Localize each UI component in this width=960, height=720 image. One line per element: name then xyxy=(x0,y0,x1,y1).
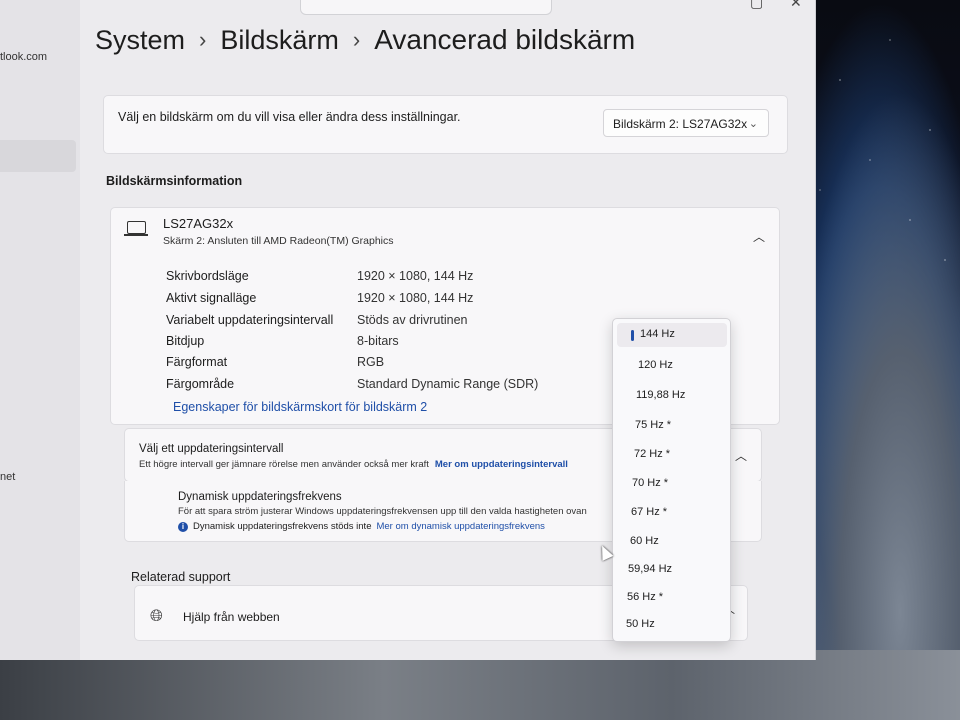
help-from-web-label: Hjälp från webben xyxy=(183,610,280,624)
detail-value: RGB xyxy=(357,355,385,369)
detail-label: Bitdjup xyxy=(166,334,205,348)
refresh-option-label: 75 Hz * xyxy=(635,419,672,431)
desk-surface xyxy=(0,650,960,720)
refresh-option-label: 119,88 Hz xyxy=(636,389,686,401)
account-email: tlook.com xyxy=(0,51,48,63)
refresh-option[interactable]: 119,88 Hz xyxy=(613,384,730,408)
page-title: Avancerad bildskärm xyxy=(374,24,636,55)
chevron-up-icon[interactable]: ︿ xyxy=(735,447,747,464)
breadcrumb-separator: › xyxy=(352,27,361,52)
detail-value: Standard Dynamic Range (SDR) xyxy=(357,377,539,391)
breadcrumb-system[interactable]: System xyxy=(95,25,185,56)
refresh-option-label: 144 Hz xyxy=(640,328,675,340)
nav-item-network[interactable]: net xyxy=(0,471,15,483)
mouse-cursor xyxy=(596,543,614,561)
refresh-option-label: 60 Hz xyxy=(630,535,659,547)
related-support-heading: Relaterad support xyxy=(131,570,231,584)
refresh-option[interactable]: 70 Hz * xyxy=(613,472,730,496)
info-icon: i xyxy=(178,522,188,532)
display-select-prompt: Välj en bildskärm om du vill visa eller … xyxy=(118,110,461,124)
refresh-option-label: 72 Hz * xyxy=(634,448,671,460)
refresh-option[interactable]: 60 Hz xyxy=(613,530,730,554)
detail-label: Aktivt signalläge xyxy=(166,291,257,305)
refresh-option[interactable]: 56 Hz * xyxy=(613,586,730,610)
display-dropdown[interactable]: Bildskärm 2: LS27AG32x ⌄ xyxy=(603,109,769,137)
selection-indicator xyxy=(631,330,634,341)
display-info-heading: Bildskärmsinformation xyxy=(106,174,243,188)
search-box[interactable] xyxy=(300,0,552,15)
dynamic-refresh-learn-more-link[interactable]: Mer om dynamisk uppdateringsfrekvens xyxy=(376,521,544,532)
globe-icon: 🌐︎ xyxy=(150,608,163,625)
left-navigation: tlook.com net xyxy=(0,0,80,660)
refresh-option[interactable]: 67 Hz * xyxy=(613,501,730,525)
refresh-option[interactable]: 59,94 Hz xyxy=(613,558,730,582)
refresh-option-label: 70 Hz * xyxy=(632,477,669,489)
detail-row: Bitdjup 8-bitars xyxy=(166,334,399,348)
display-select-card: Välj en bildskärm om du vill visa eller … xyxy=(103,95,788,154)
refresh-rate-subtitle: Ett högre intervall ger jämnare rörelse … xyxy=(139,459,568,470)
refresh-option[interactable]: 120 Hz xyxy=(613,354,730,378)
close-icon[interactable]: ✕ xyxy=(790,0,802,11)
detail-row: Färgformat RGB xyxy=(166,355,384,369)
refresh-option[interactable]: 50 Hz xyxy=(613,613,730,637)
refresh-rate-title: Välj ett uppdateringsintervall xyxy=(139,443,284,455)
detail-value: 8-bitars xyxy=(357,334,399,348)
chevron-down-icon: ⌄ xyxy=(748,118,758,130)
detail-label: Färgformat xyxy=(166,355,228,369)
refresh-rate-list: 144 Hz 120 Hz 119,88 Hz 75 Hz * 72 Hz * … xyxy=(612,318,731,642)
display-connection: Skärm 2: Ansluten till AMD Radeon(TM) Gr… xyxy=(163,235,394,247)
breadcrumb: System › Bildskärm › Avancerad bildskärm xyxy=(95,24,635,56)
breadcrumb-separator: › xyxy=(199,27,207,52)
refresh-option[interactable]: 144 Hz xyxy=(617,323,727,347)
refresh-option-label: 120 Hz xyxy=(638,359,673,371)
detail-row: Aktivt signalläge 1920 × 1080, 144 Hz xyxy=(166,291,473,305)
refresh-option[interactable]: 72 Hz * xyxy=(613,443,730,467)
nav-selected-item[interactable] xyxy=(0,140,76,172)
detail-row: Färgområde Standard Dynamic Range (SDR) xyxy=(166,377,538,391)
detail-label: Variabelt uppdateringsintervall xyxy=(166,313,334,327)
adapter-properties-link[interactable]: Egenskaper för bildskärmskort för bildsk… xyxy=(173,400,427,414)
detail-value: 1920 × 1080, 144 Hz xyxy=(357,291,474,305)
detail-label: Skrivbordsläge xyxy=(166,269,249,283)
breadcrumb-display[interactable]: Bildskärm xyxy=(220,25,339,56)
dynamic-refresh-info: i Dynamisk uppdateringsfrekvens stöds int… xyxy=(178,521,545,532)
detail-row: Variabelt uppdateringsintervall Stöds av… xyxy=(166,313,467,327)
display-name: LS27AG32x xyxy=(163,216,234,231)
maximize-icon[interactable]: ▢ xyxy=(750,0,763,11)
detail-row: Skrivbordsläge 1920 × 1080, 144 Hz xyxy=(166,269,473,283)
refresh-rate-description: Ett högre intervall ger jämnare rörelse … xyxy=(139,459,429,470)
settings-window: tlook.com net ▢ ✕ System › Bildskärm › A… xyxy=(0,0,816,660)
chevron-up-icon[interactable]: ︿ xyxy=(753,228,765,245)
refresh-option[interactable]: 75 Hz * xyxy=(613,414,730,438)
dynamic-refresh-unsupported: Dynamisk uppdateringsfrekvens stöds inte xyxy=(193,521,372,532)
refresh-option-label: 56 Hz * xyxy=(627,591,664,603)
detail-label: Färgområde xyxy=(166,377,235,391)
refresh-option-label: 50 Hz xyxy=(626,618,655,630)
refresh-option-label: 67 Hz * xyxy=(631,506,668,518)
monitor-icon xyxy=(124,221,148,236)
dynamic-refresh-title: Dynamisk uppdateringsfrekvens xyxy=(178,491,342,503)
detail-value: 1920 × 1080, 144 Hz xyxy=(357,269,474,283)
refresh-option-label: 59,94 Hz xyxy=(628,563,673,575)
refresh-rate-learn-more-link[interactable]: Mer om uppdateringsintervall xyxy=(435,459,568,470)
display-dropdown-value: Bildskärm 2: LS27AG32x xyxy=(613,117,748,131)
detail-value: Stöds av drivrutinen xyxy=(357,313,468,327)
dynamic-refresh-description: För att spara ström justerar Windows upp… xyxy=(178,506,587,517)
